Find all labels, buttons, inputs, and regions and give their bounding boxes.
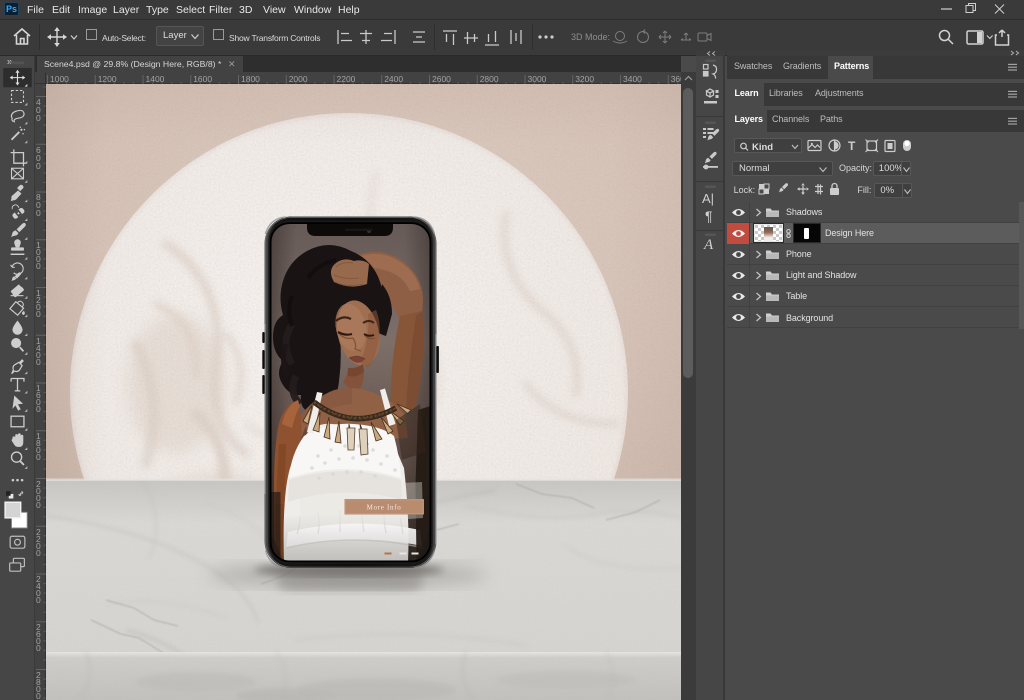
- svg-text:2400: 2400: [384, 74, 403, 84]
- svg-text:1000: 1000: [50, 74, 69, 84]
- svg-text:3D Mode:: 3D Mode:: [571, 32, 610, 42]
- svg-text:1600: 1600: [193, 74, 212, 84]
- svg-text:0: 0: [36, 500, 41, 510]
- svg-text:0: 0: [36, 357, 41, 367]
- svg-text:0: 0: [36, 548, 41, 558]
- svg-text:0: 0: [36, 309, 41, 319]
- svg-text:2600: 2600: [432, 74, 451, 84]
- svg-text:0: 0: [36, 208, 41, 218]
- svg-text:0: 0: [36, 643, 41, 653]
- svg-text:2000: 2000: [289, 74, 308, 84]
- svg-text:3200: 3200: [575, 74, 594, 84]
- svg-text:2200: 2200: [337, 74, 356, 84]
- svg-text:A|: A|: [702, 191, 714, 206]
- svg-text:0: 0: [36, 691, 41, 700]
- svg-text:More Info: More Info: [367, 503, 402, 511]
- svg-text:Kind: Kind: [752, 142, 773, 153]
- svg-text:0: 0: [36, 113, 41, 123]
- svg-text:0: 0: [36, 404, 41, 414]
- svg-text:T: T: [848, 139, 856, 153]
- svg-text:0: 0: [36, 452, 41, 462]
- svg-text:360: 360: [671, 74, 681, 84]
- svg-text:0: 0: [36, 161, 41, 171]
- svg-text:3400: 3400: [623, 74, 642, 84]
- svg-text:A: A: [703, 237, 714, 253]
- svg-text:3000: 3000: [528, 74, 547, 84]
- svg-text:0: 0: [36, 595, 41, 605]
- svg-text:1200: 1200: [98, 74, 117, 84]
- svg-text:¶: ¶: [705, 208, 713, 224]
- svg-text:2800: 2800: [480, 74, 499, 84]
- svg-text:0: 0: [36, 261, 41, 271]
- svg-text:1400: 1400: [146, 74, 165, 84]
- svg-text:1800: 1800: [241, 74, 260, 84]
